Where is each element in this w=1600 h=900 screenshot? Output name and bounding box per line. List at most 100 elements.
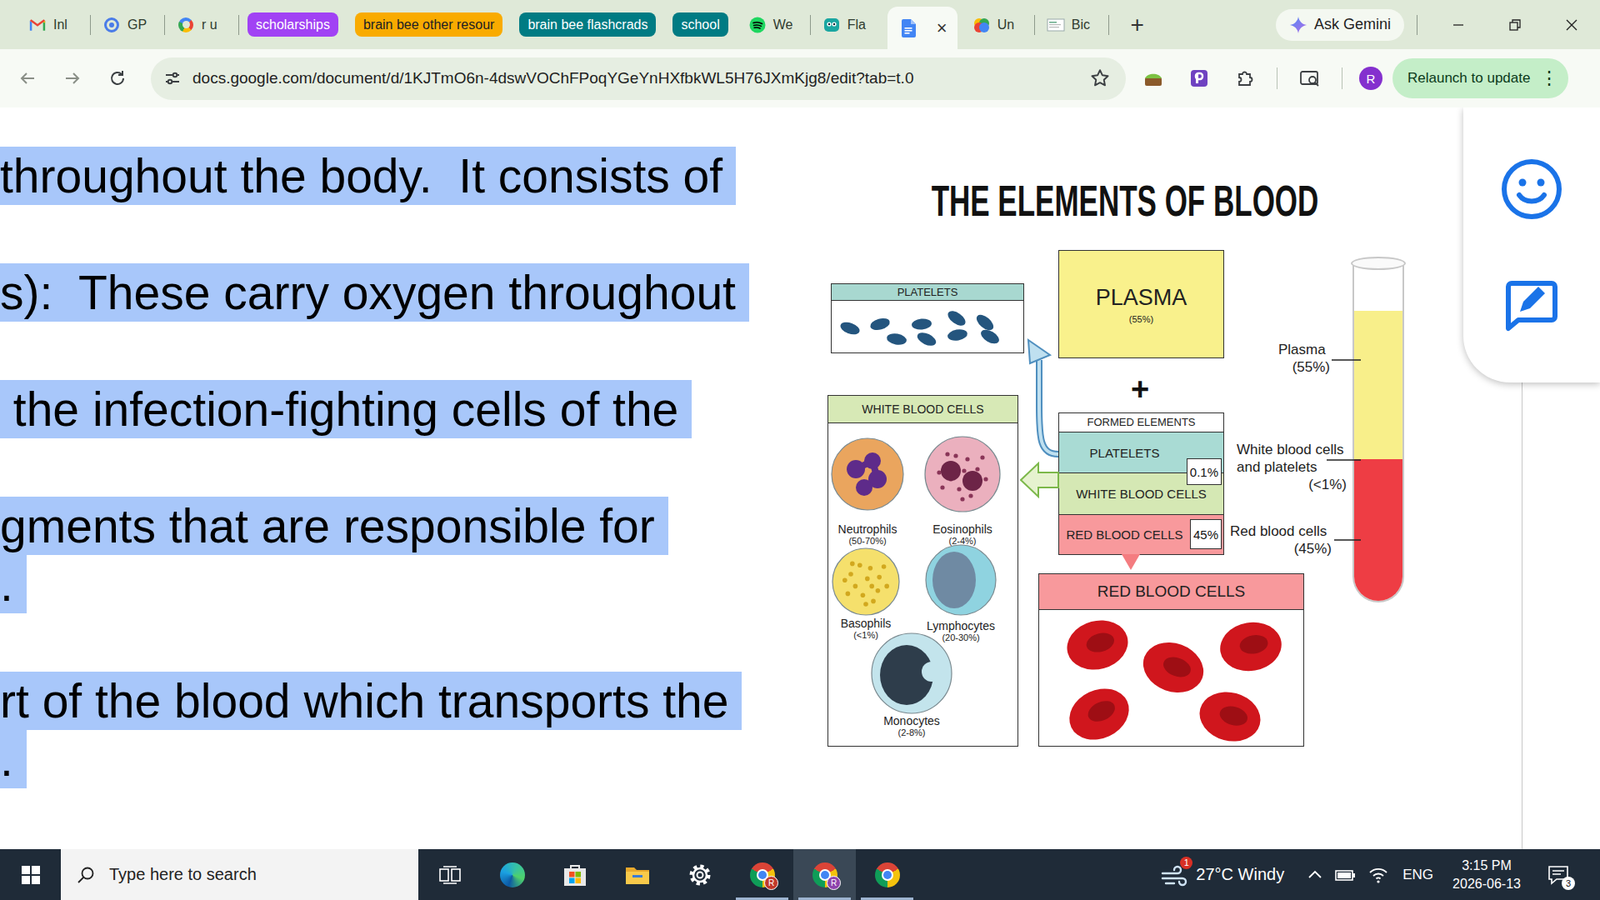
input-language[interactable]: ENG: [1402, 866, 1434, 884]
diagram-title: THE ELEMENTS OF BLOOD: [916, 167, 1334, 235]
chrome-icon: [875, 862, 900, 888]
browser-tab[interactable]: ×: [887, 6, 958, 50]
emoji-reaction-icon[interactable]: [1500, 157, 1564, 221]
platelet-shapes: [839, 308, 1002, 349]
tab-separator: [1034, 15, 1035, 35]
tab-favicon-icon: [972, 15, 991, 35]
browser-tab[interactable]: We: [736, 6, 810, 44]
taskbar-app[interactable]: [543, 849, 606, 900]
text-line[interactable]: gments that are responsible for: [0, 496, 817, 555]
tube-label: White blood cellsand platelets(<1%): [1236, 440, 1347, 494]
text-line[interactable]: the infection-fighting cells of the: [0, 380, 817, 439]
minimize-icon: [1451, 18, 1465, 32]
taskbar-app[interactable]: [668, 849, 731, 900]
start-button[interactable]: [0, 849, 61, 900]
weather-widget[interactable]: 127°C Windy: [1160, 863, 1285, 887]
notification-center-button[interactable]: 3: [1541, 858, 1575, 892]
cell-label: Eosinophils(2-4%): [916, 523, 1009, 546]
cell-label: Basophils(<1%): [820, 617, 912, 640]
extensions-menu-button[interactable]: [1226, 60, 1264, 97]
site-settings-icon[interactable]: [162, 68, 183, 89]
tab-search-button[interactable]: [1291, 60, 1329, 97]
minimize-button[interactable]: [1430, 0, 1487, 50]
tab-favicon-icon: [28, 15, 47, 35]
formed-elements-box: FORMED ELEMENTSPLATELETS0.1%WHITE BLOOD …: [1058, 412, 1225, 555]
restore-icon: [1508, 18, 1522, 32]
text-line[interactable]: .: [0, 555, 817, 614]
taskbar-app[interactable]: R: [730, 849, 794, 900]
google-icon: [178, 17, 194, 33]
formed-element-row: RED BLOOD CELLS45%: [1059, 515, 1224, 555]
browser-tab[interactable]: Un: [960, 6, 1035, 44]
browser-tab[interactable]: GP: [90, 6, 165, 44]
browser-tab[interactable]: Fla: [810, 6, 885, 44]
browser-tab[interactable]: Bic: [1035, 6, 1109, 44]
taskbar-app[interactable]: R: [793, 849, 856, 900]
browser-menu-button[interactable]: ⋮: [1540, 69, 1559, 88]
relaunch-button[interactable]: Relaunch to update⋮: [1392, 58, 1569, 99]
browser-tab[interactable]: Inl: [16, 6, 90, 44]
spotify-icon: [749, 16, 766, 34]
cell-label: Monocytes(2-8%): [865, 715, 958, 738]
bookmark-star-icon[interactable]: [1089, 67, 1111, 90]
browser-tab[interactable]: r u: [165, 6, 239, 44]
suggest-edit-icon[interactable]: [1500, 275, 1564, 339]
taskbar-app[interactable]: [480, 849, 544, 900]
text-line[interactable]: .: [0, 730, 817, 789]
tab-search-icon: [1299, 68, 1321, 89]
profile-avatar[interactable]: R: [1359, 66, 1383, 90]
clock[interactable]: 3:15 PM2026-06-13: [1446, 856, 1527, 894]
browser-toolbar: docs.google.com/document/d/1KJTmO6n-4dsw…: [0, 49, 1600, 108]
close-window-button[interactable]: [1543, 0, 1600, 50]
reload-button[interactable]: [99, 60, 136, 97]
tab-group-chip[interactable]: brain bee other resour: [355, 12, 503, 37]
new-tab-button[interactable]: +: [1122, 13, 1153, 37]
address-bar[interactable]: docs.google.com/document/d/1KJTmO6n-4dsw…: [150, 57, 1126, 100]
text-line[interactable]: throughout the body. It consists of: [0, 146, 817, 205]
white-blood-cell: [925, 436, 1000, 512]
back-button[interactable]: [9, 60, 46, 97]
test-tube: [1352, 263, 1405, 603]
taskbar-app[interactable]: [605, 849, 669, 900]
text-line[interactable]: s): These carry oxygen throughout: [0, 263, 817, 322]
taskbar-app[interactable]: [418, 849, 481, 900]
tab-favicon-icon: [1046, 15, 1065, 35]
tube-layer: [1354, 459, 1403, 601]
chevron-up-icon[interactable]: [1305, 865, 1325, 885]
extension-button[interactable]: [1135, 60, 1172, 97]
platelets-box: PLATELETS: [830, 283, 1025, 354]
wifi-icon[interactable]: [1367, 865, 1390, 885]
tab-group-chip[interactable]: school: [672, 12, 728, 37]
platelets-arrow: [1028, 340, 1059, 455]
extension-button[interactable]: [1180, 60, 1218, 97]
flashcard-app-icon: [823, 16, 840, 34]
gear-icon: [687, 862, 713, 888]
search-icon: [75, 865, 96, 885]
close-tab-button[interactable]: ×: [936, 19, 948, 38]
tab-separator: [164, 15, 165, 35]
white-blood-cell: [831, 438, 904, 510]
tab-favicon-icon: [748, 15, 767, 35]
toolbar-separator: [1276, 67, 1278, 90]
plasma-box: PLASMA(55%): [1058, 250, 1225, 359]
url-text[interactable]: docs.google.com/document/d/1KJTmO6n-4dsw…: [192, 69, 914, 88]
taskbar-app[interactable]: [855, 849, 919, 900]
tab-strip: InlGPr u scholarships brain bee other reso…: [0, 0, 1600, 50]
toolbar-separator: [1341, 67, 1343, 90]
tube-label: Red blood cells(45%): [1230, 522, 1332, 558]
battery-icon[interactable]: [1334, 865, 1358, 885]
ask-gemini-button[interactable]: Ask Gemini: [1275, 9, 1405, 41]
profile-badge: R: [826, 875, 841, 890]
forward-button[interactable]: [54, 60, 91, 97]
task-view-icon: [439, 865, 461, 885]
tube-layer: [1354, 310, 1403, 460]
tab-group-chip[interactable]: brain bee flashcrads: [519, 12, 656, 37]
plant-extension-icon: [1142, 68, 1165, 89]
taskbar-search[interactable]: Type here to search: [60, 849, 419, 900]
tab-group-chip[interactable]: scholarships: [247, 12, 339, 37]
document-text[interactable]: throughout the body. It consists of s): T…: [0, 107, 817, 850]
restore-button[interactable]: [1486, 0, 1544, 50]
purple-extension-icon: [1189, 68, 1210, 89]
white-blood-cell: [871, 633, 952, 714]
text-line[interactable]: rt of the blood which transports the: [0, 671, 817, 730]
